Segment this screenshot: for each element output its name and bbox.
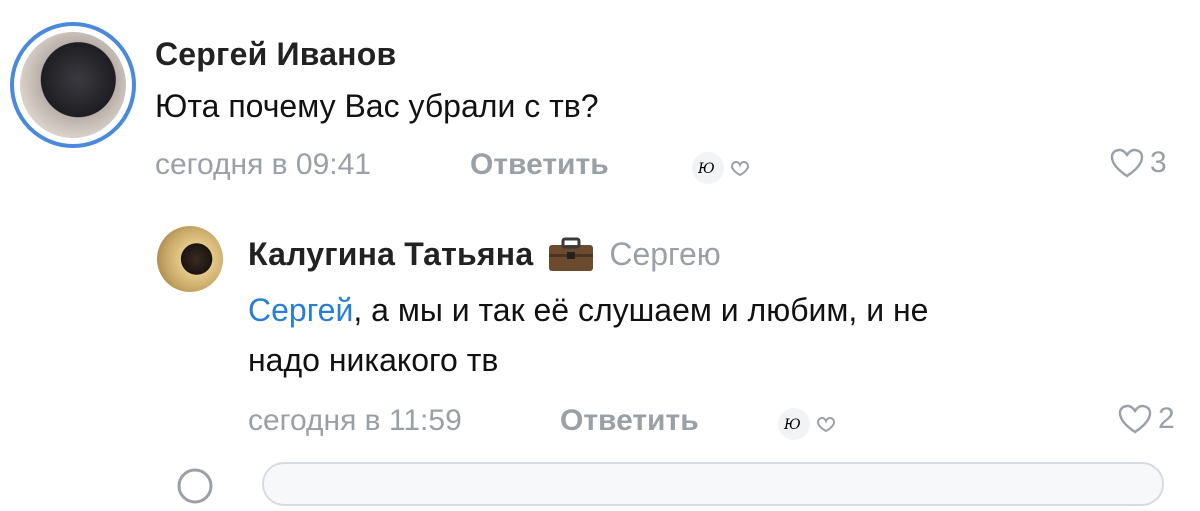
comment-text-line1: , а мы и так её слушаем и любим, и не (353, 292, 929, 328)
comment-time: сегодня в 09:41 (155, 148, 371, 181)
mention-link[interactable]: Сергей (248, 292, 353, 328)
like-count: 3 (1150, 146, 1167, 179)
like-button[interactable]: 3 (1110, 146, 1167, 180)
comment-text: Юта почему Вас убрали с тв? (155, 88, 599, 124)
comment-author[interactable]: Сергей Иванов (155, 36, 396, 73)
comment-author[interactable]: Калугина Татьяна (248, 236, 533, 273)
reply-header: Калугина Татьяна Сергею (248, 236, 721, 273)
reply-button[interactable]: Ответить (560, 404, 699, 438)
comment-time: сегодня в 11:59 (248, 404, 462, 437)
author-heart-icon: Ю (692, 152, 750, 184)
avatar[interactable] (157, 226, 223, 292)
like-count: 2 (1158, 402, 1175, 435)
reply-addressee[interactable]: Сергею (609, 236, 720, 273)
heart-icon (1118, 404, 1152, 434)
svg-text:Ю: Ю (697, 161, 715, 177)
svg-text:Ю: Ю (783, 417, 801, 433)
attach-icon[interactable] (175, 466, 215, 506)
author-like-badge: Ю (690, 150, 760, 186)
comment-text: Сергей, а мы и так её слушаем и любим, и… (248, 292, 928, 329)
avatar[interactable] (20, 32, 126, 138)
heart-icon (1110, 148, 1144, 178)
like-button[interactable]: 2 (1118, 402, 1175, 436)
comment-input[interactable] (262, 462, 1164, 506)
briefcase-icon (549, 237, 594, 271)
author-like-badge: Ю (776, 406, 846, 442)
reply-button[interactable]: Ответить (470, 148, 609, 182)
comment-text-line2: надо никакого тв (248, 342, 499, 378)
author-heart-icon: Ю (778, 408, 836, 440)
